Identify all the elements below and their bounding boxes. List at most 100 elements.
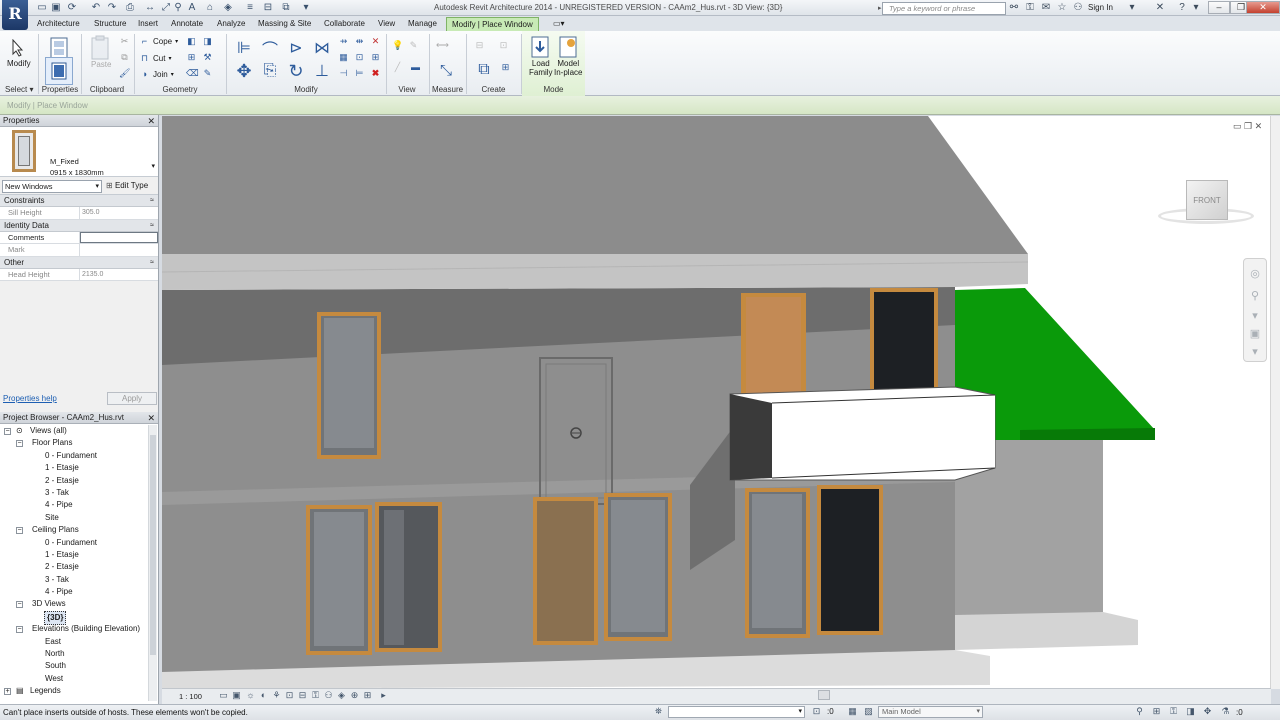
property-group-other[interactable]: Other ≈ [0, 256, 158, 269]
more-icon[interactable]: ▸ [378, 690, 389, 701]
text-icon[interactable]: A [186, 2, 198, 14]
join-button[interactable]: ◑ Join ▾ [139, 67, 174, 81]
active-workset-select[interactable]: ▾ [668, 706, 805, 718]
viewcube[interactable]: FRONT [1186, 180, 1230, 224]
comments-field[interactable] [80, 231, 158, 243]
trim-multiple-icon[interactable]: ⊨ [354, 68, 365, 79]
design-option-select[interactable]: Main Model ▾ [878, 706, 983, 718]
collapse-toggle-icon[interactable]: − [16, 527, 23, 535]
tab-annotate[interactable]: Annotate [166, 17, 208, 31]
paste-button[interactable] [86, 34, 114, 62]
view-filter-icon[interactable]: ▬ [410, 62, 421, 73]
tab-massing-site[interactable]: Massing & Site [253, 17, 316, 31]
linework-icon[interactable]: ╱ [392, 62, 403, 73]
help-dropdown-icon[interactable]: ▾ [1190, 2, 1202, 14]
temporary-hide-icon[interactable]: ⚇ [323, 690, 334, 701]
tree-node-view[interactable]: 2 - Etasje [0, 561, 149, 573]
annex-slab[interactable] [955, 612, 1138, 650]
delete-icon[interactable]: ✖ [370, 68, 381, 79]
create-group-button[interactable]: ⧉ [470, 56, 498, 84]
tree-node-3d-views[interactable]: −3D Views [0, 598, 149, 610]
split-face-icon[interactable]: ◧ [186, 36, 197, 47]
tree-node-view[interactable]: East [0, 636, 149, 648]
tree-node-view[interactable]: 1 - Etasje [0, 549, 149, 561]
editing-requests-icon[interactable]: ⊡ [811, 706, 822, 717]
rotate-button[interactable]: ↻ [282, 57, 310, 85]
binoculars-icon[interactable]: ⚯ [1008, 2, 1020, 14]
exclude-options-icon[interactable]: ▨ [863, 706, 874, 717]
properties-help-link[interactable]: Properties help [3, 394, 57, 403]
tab-view[interactable]: View [373, 17, 400, 31]
tree-node-view[interactable]: Site [0, 512, 149, 524]
tab-modify-place-window[interactable]: Modify | Place Window [446, 17, 539, 31]
tree-node-views-all[interactable]: − ⊙ Views (all) [0, 425, 149, 437]
tab-manage[interactable]: Manage [403, 17, 442, 31]
apply-button[interactable]: Apply [107, 392, 157, 405]
help-icon[interactable]: ? [1176, 2, 1188, 14]
instance-filter-select[interactable]: New Windows ▾ [2, 180, 102, 193]
shadows-icon[interactable]: ◐ [258, 690, 269, 701]
array-icon[interactable]: ▦ [338, 52, 349, 63]
tree-node-view[interactable]: 4 - Pipe [0, 586, 149, 598]
remove-paint-icon[interactable]: ⌫ [186, 68, 199, 79]
viewport-window-controls[interactable]: ▭ ❐ ✕ [1233, 121, 1262, 132]
tag-icon[interactable]: ⚲ [172, 2, 184, 14]
measure-icon[interactable]: ↔ [144, 2, 156, 14]
unpin-icon[interactable]: ✕ [370, 36, 381, 47]
panel-select-label[interactable]: Select ▾ [2, 84, 36, 95]
override-graphics-icon[interactable]: ✎ [408, 40, 419, 51]
select-links-icon[interactable]: ⚲ [1134, 706, 1145, 717]
selection-filter-count[interactable]: :0 [827, 707, 834, 716]
scrollbar-thumb[interactable] [150, 435, 156, 655]
3d-view-icon[interactable]: ⌂ [204, 2, 216, 14]
split-icon[interactable]: ⇸ [338, 36, 349, 47]
copy-button[interactable]: ⎘ [256, 57, 284, 85]
trim-button[interactable]: ⊥ [308, 57, 336, 85]
search-expand-icon[interactable]: ▸ [878, 4, 882, 12]
similar-icon[interactable]: ⊞ [500, 62, 511, 73]
hide-element-icon[interactable]: 💡 [392, 40, 403, 51]
cut-to-clipboard-icon[interactable]: ✂ [119, 36, 130, 47]
properties-toggle-button[interactable] [45, 57, 73, 85]
favorites-icon[interactable]: ☆ [1056, 2, 1068, 14]
steering-wheel-icon[interactable]: ◎ [1248, 267, 1262, 281]
redo-icon[interactable]: ↷ [106, 2, 118, 14]
reveal-hidden-icon[interactable]: ◈ [336, 690, 347, 701]
copy-to-clipboard-icon[interactable]: ⧉ [119, 52, 130, 63]
tab-architecture[interactable]: Architecture [32, 17, 85, 31]
view-scale[interactable]: 1 : 100 [179, 692, 202, 701]
cope-button[interactable]: ⌐ Cope ▾ [139, 34, 178, 48]
switch-windows-icon[interactable]: ⧉ [280, 2, 292, 14]
pick-icon[interactable]: ✎ [202, 68, 213, 79]
roof-fascia[interactable] [162, 254, 1028, 290]
tree-node-floor-plans[interactable]: − Floor Plans [0, 437, 149, 449]
worksets-icon[interactable]: ⛯ [653, 706, 664, 717]
design-options-icon[interactable]: ▦ [847, 706, 858, 717]
analytical-model-icon[interactable]: ⊕ [349, 690, 360, 701]
sync-icon[interactable]: ⟳ [66, 2, 78, 14]
modify-tool-button[interactable] [4, 34, 32, 62]
collapse-toggle-icon[interactable]: − [4, 428, 11, 435]
help-search-input[interactable]: Type a keyword or phrase [882, 2, 1006, 15]
print-icon[interactable]: ⎙ [124, 2, 136, 14]
collapse-toggle-icon[interactable]: − [16, 601, 23, 609]
tree-node-view[interactable]: 0 - Fundament [0, 450, 149, 462]
close-button[interactable]: ✕ [1246, 1, 1280, 14]
user-icon[interactable]: ⚇ [1072, 2, 1084, 14]
qat-dropdown-icon[interactable]: ▾ [300, 2, 312, 14]
zoom-dropdown-icon[interactable]: ▾ [1248, 309, 1262, 323]
drag-elements-icon[interactable]: ✥ [1202, 706, 1213, 717]
tree-node-view[interactable]: 0 - Fundament [0, 537, 149, 549]
application-menu-button[interactable]: R [2, 0, 28, 30]
property-group-constraints[interactable]: Constraints ≈ [0, 195, 158, 207]
select-by-face-icon[interactable]: ◨ [1185, 706, 1196, 717]
measure-between-icon[interactable]: ⟷ [436, 40, 449, 51]
subscription-icon[interactable]: ⚿ [1024, 2, 1036, 14]
match-type-icon[interactable]: 🖌 [119, 68, 130, 79]
close-icon[interactable]: ✕ [147, 412, 155, 424]
cut-geometry-button[interactable]: ⊓ Cut ▾ [139, 51, 171, 65]
close-hidden-icon[interactable]: ⊟ [262, 2, 274, 14]
detail-level-icon[interactable]: ▭ [218, 690, 229, 701]
undo-icon[interactable]: ↶ [90, 2, 102, 14]
tree-node-legends[interactable]: + ▤ Legends [0, 685, 149, 697]
